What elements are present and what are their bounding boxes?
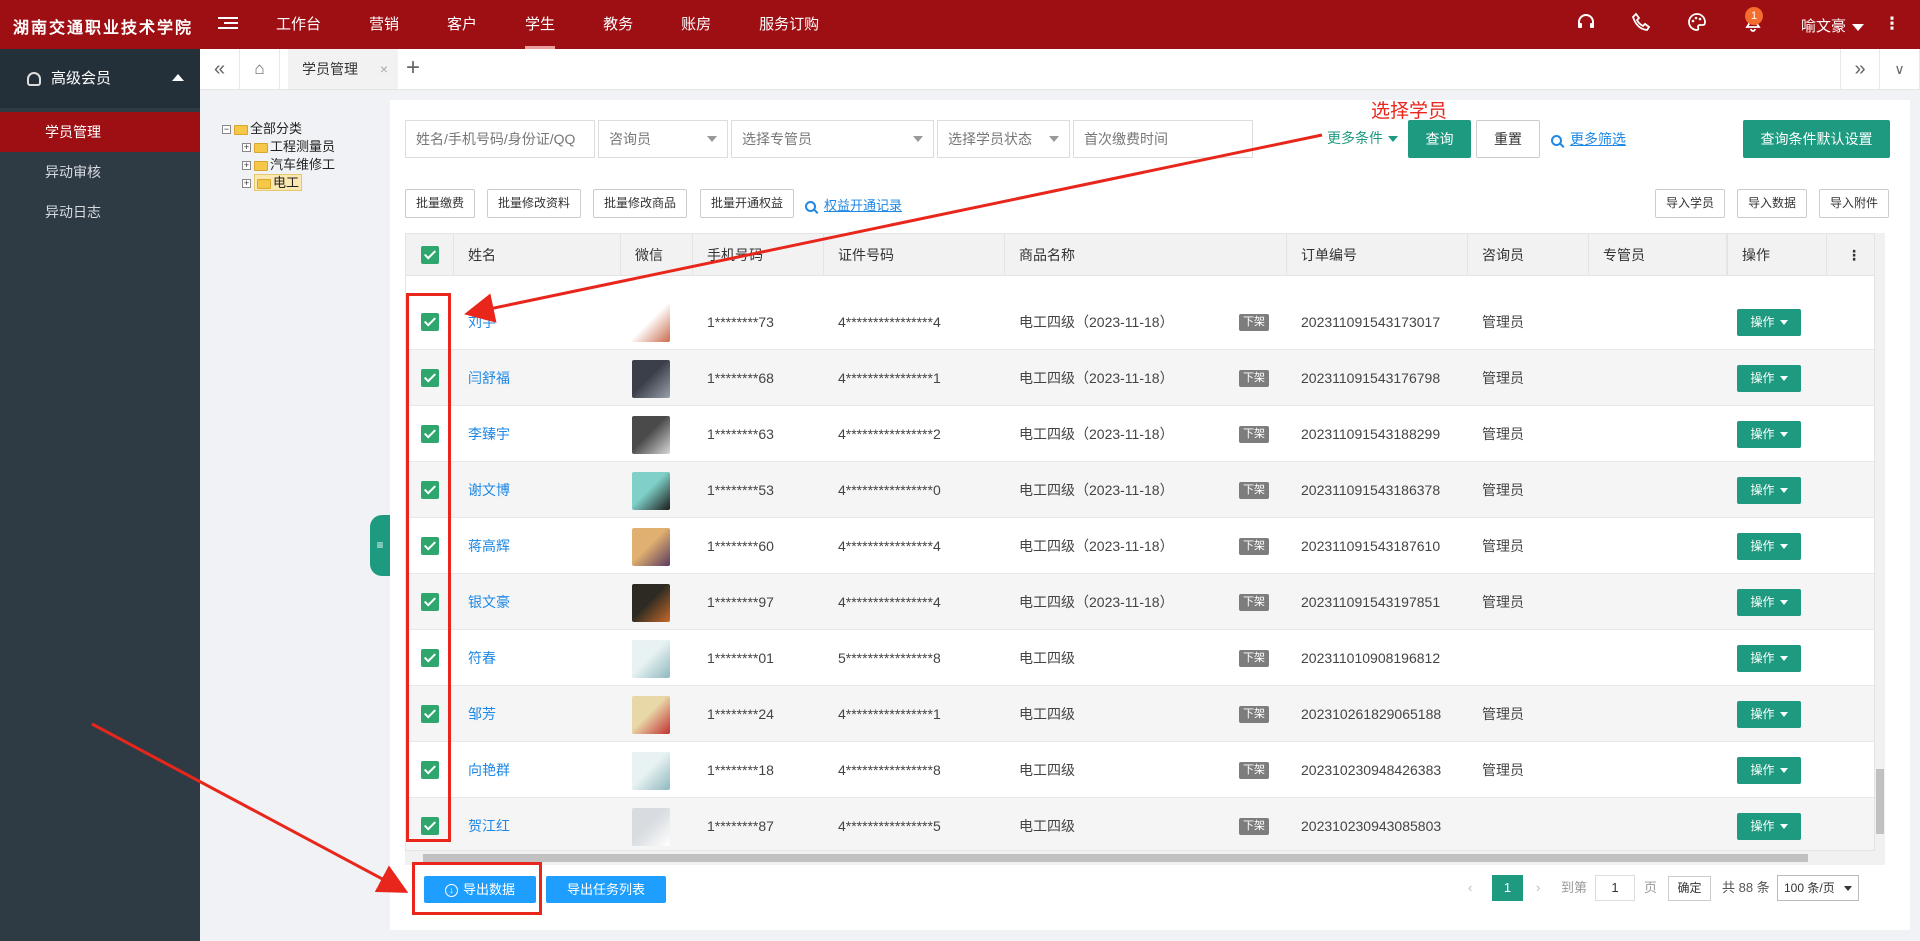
annotation-arrows <box>91 133 1323 893</box>
